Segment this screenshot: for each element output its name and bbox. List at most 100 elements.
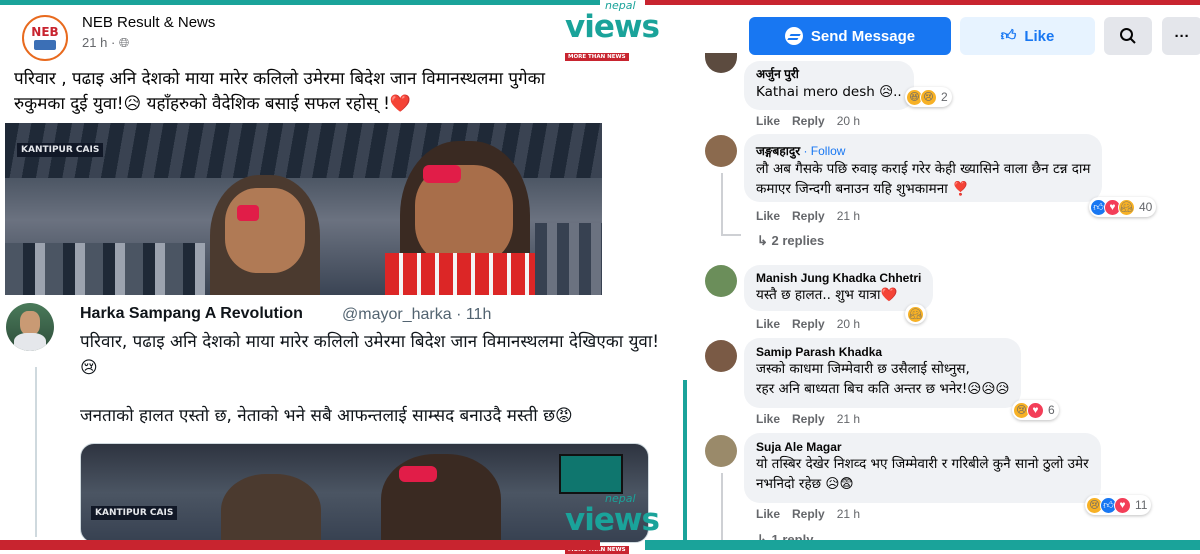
- comment-actions: Like Reply 21 h: [756, 209, 872, 223]
- tweet-photo[interactable]: KANTIPUR CAIS: [80, 443, 649, 543]
- commenter-avatar[interactable]: [705, 265, 737, 297]
- globe-icon: 🌐︎: [118, 35, 130, 50]
- departure-board: [559, 454, 623, 494]
- thread-line: [35, 367, 37, 537]
- comment-text-2: नभनिदो रहेछ 😥😨: [756, 476, 854, 492]
- reaction-summary[interactable]: 😢︎ 👍︎ ♥ 11: [1085, 495, 1152, 515]
- person-right: [381, 454, 501, 542]
- like-comment-button[interactable]: Like: [756, 412, 780, 426]
- logo-views: views: [565, 9, 660, 45]
- comment-actions: Like Reply 21 h: [756, 412, 872, 426]
- comment-text: जस्को काधमा जिम्मेवारी छ उसैलाई सोध्नुस,: [756, 361, 970, 377]
- person-left: [221, 474, 321, 542]
- send-message-button[interactable]: Send Message: [749, 17, 951, 55]
- messenger-icon: [784, 27, 803, 45]
- reply-button[interactable]: Reply: [792, 317, 825, 331]
- tweet-handle[interactable]: @mayor_harka · 11h: [342, 306, 491, 324]
- like-comment-button[interactable]: Like: [756, 114, 780, 128]
- more-icon: ···: [1174, 27, 1190, 45]
- like-label: Like: [1024, 27, 1055, 45]
- logo-tagline: MORE THAN NEWS: [565, 53, 629, 61]
- tika-left: [237, 205, 259, 221]
- reaction-summary[interactable]: 🤗︎: [905, 304, 926, 324]
- page-name[interactable]: NEB Result & News: [82, 14, 215, 31]
- photo-sign: KANTIPUR CAIS: [91, 506, 178, 520]
- separator: ·: [110, 35, 119, 50]
- commenter-avatar[interactable]: [705, 340, 737, 372]
- reply-button[interactable]: Reply: [792, 209, 825, 223]
- comment-actions: Like Reply 20 h: [756, 317, 872, 331]
- reaction-count: 40: [1139, 200, 1153, 214]
- thumbs-up-icon: 👍︎: [1000, 27, 1017, 44]
- replies-count: 2 replies: [771, 233, 825, 248]
- like-comment-button[interactable]: Like: [756, 209, 780, 223]
- avatar-text: NEB: [31, 25, 59, 39]
- tika-right: [423, 165, 461, 183]
- comment-time[interactable]: 20 h: [837, 114, 860, 128]
- comment-text: यस्तै छ हालत.. शुभ यात्रा❤️: [756, 287, 898, 303]
- page-avatar[interactable]: NEB: [22, 15, 68, 61]
- care-icon: 🤗︎: [1118, 198, 1135, 216]
- search-button[interactable]: [1104, 17, 1152, 55]
- reaction-summary[interactable]: 😢︎ ♥ 6: [1012, 400, 1059, 420]
- thread-line: [721, 473, 723, 540]
- commenter-name[interactable]: Samip Parash Khadka: [756, 345, 1009, 359]
- comment-time[interactable]: 21 h: [837, 412, 860, 426]
- comment-bubble: Manish Jung Khadka Chhetri यस्तै छ हालत.…: [744, 265, 934, 311]
- comment-text: Kathai mero desh 😥..: [756, 84, 902, 100]
- commenter-name[interactable]: जङ्गबहादुर: [756, 144, 800, 158]
- teal-divider: [683, 380, 687, 545]
- reaction-summary[interactable]: 👍︎ ♥ 🤗︎ 40: [1089, 197, 1157, 217]
- commenter-avatar[interactable]: [705, 435, 737, 467]
- comment-time[interactable]: 21 h: [837, 209, 860, 223]
- send-message-label: Send Message: [810, 27, 916, 45]
- like-page-button[interactable]: 👍︎ Like: [960, 17, 1095, 55]
- care-icon: 🤗︎: [907, 305, 924, 323]
- more-options-button[interactable]: ···: [1162, 17, 1200, 55]
- tweet-text: परिवार, पढाइ अनि देशको माया मारेर कलिलो …: [80, 332, 660, 378]
- comment-text-2: रहर अनि बाध्यता बिच कति अन्तर छ भनेर!😥😥😥: [756, 381, 1010, 397]
- bottom-stripe-teal: [645, 540, 1200, 550]
- commenter-avatar[interactable]: [705, 135, 737, 167]
- comment-actions: Like Reply 21 h: [756, 507, 872, 521]
- crowd: [5, 243, 205, 300]
- face-left: [225, 188, 305, 273]
- facebook-post: NEB NEB Result & News 21 h · 🌐︎ परिवार ,…: [0, 5, 602, 300]
- view-replies-link[interactable]: ↳ 2 replies: [757, 233, 824, 249]
- book-icon: [34, 40, 56, 50]
- comment-actions: Like Reply 20 h: [756, 114, 872, 128]
- nepal-views-logo: nepal views MORE THAN NEWS: [565, 0, 660, 61]
- comment-time[interactable]: 20 h: [837, 317, 860, 331]
- post-photo[interactable]: KANTIPUR CAIS: [5, 123, 602, 300]
- post-text: परिवार , पढाइ अनि देशको माया मारेर कलिलो…: [14, 69, 546, 114]
- reply-arrow-icon: ↳: [757, 233, 772, 248]
- commenter-name[interactable]: Manish Jung Khadka Chhetri: [756, 271, 921, 285]
- reply-button[interactable]: Reply: [792, 412, 825, 426]
- search-icon: [1120, 28, 1136, 44]
- like-comment-button[interactable]: Like: [756, 507, 780, 521]
- thread-line: [721, 234, 741, 236]
- comment-bubble: Samip Parash Khadka जस्को काधमा जिम्मेवा…: [744, 338, 1022, 408]
- commenter-name[interactable]: Suja Ale Magar: [756, 440, 1089, 454]
- reply-button[interactable]: Reply: [792, 507, 825, 521]
- comment-time[interactable]: 21 h: [837, 507, 860, 521]
- crowd: [535, 223, 602, 300]
- tika-right: [399, 466, 437, 482]
- reaction-count: 2: [941, 90, 948, 104]
- comment-text: लौ अब गैसके पछि रुवाइ कराई गरेर केही ख्य…: [756, 161, 1091, 177]
- photo-sign: KANTIPUR CAIS: [17, 143, 104, 157]
- comment-bubble: अर्जुन पुरी Kathai mero desh 😥..: [744, 61, 914, 110]
- tweet-avatar[interactable]: [6, 303, 54, 351]
- reply-button[interactable]: Reply: [792, 114, 825, 128]
- post-time[interactable]: 21 h: [82, 35, 107, 50]
- commenter-avatar[interactable]: [705, 53, 737, 73]
- comment-bubble: Suja Ale Magar यो तस्बिर देखेर निशव्द भए…: [744, 433, 1101, 503]
- tweet-text-2: जनताको हालत एस्तो छ, नेताको भने सबै आफन्…: [80, 406, 573, 426]
- reaction-summary[interactable]: 😆︎ 😢︎ 2: [905, 87, 952, 107]
- love-icon: ♥: [1027, 401, 1044, 419]
- follow-link[interactable]: · Follow: [803, 144, 845, 158]
- commenter-name[interactable]: अर्जुन पुरी: [756, 65, 902, 82]
- tweet-author-name[interactable]: Harka Sampang A Revolution: [80, 305, 303, 323]
- post-meta: 21 h · 🌐︎: [82, 35, 129, 51]
- like-comment-button[interactable]: Like: [756, 317, 780, 331]
